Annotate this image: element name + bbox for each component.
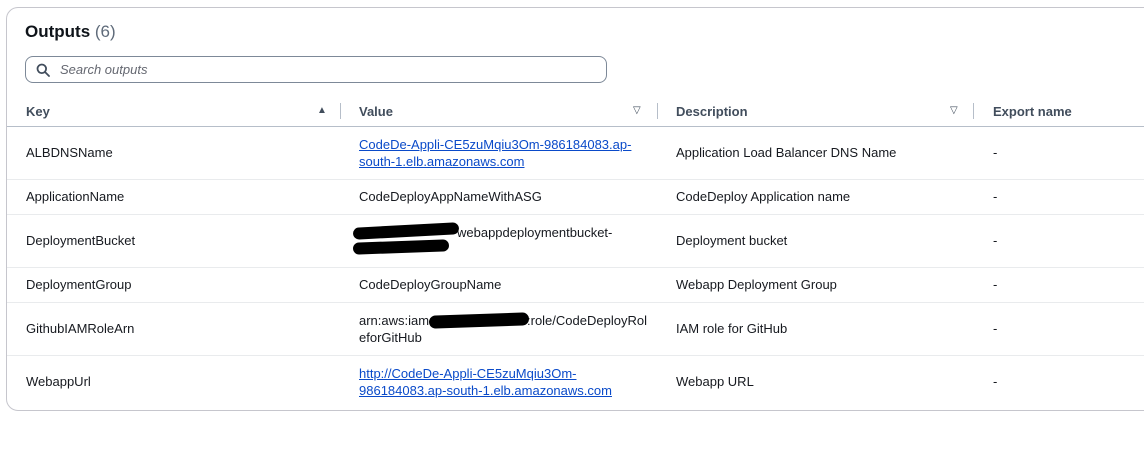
column-export-name-label: Export name [993,103,1072,119]
column-resizer[interactable] [973,103,974,119]
arn-prefix: arn:aws:iam: [359,313,433,328]
cell-value: webappdeploymentbucket- [352,214,649,267]
cell-key: ApplicationName [26,189,125,204]
arn-role-continued: eforGitHub [359,330,422,345]
cell-export-name: - [993,145,998,160]
column-value-label: Value [359,103,393,119]
redaction-mark [352,222,460,240]
cell-export-name: - [993,189,998,204]
cell-description: Webapp Deployment Group [676,277,837,292]
cell-key: ALBDNSName [26,145,113,160]
column-resizer[interactable] [340,103,341,119]
cell-value: CodeDeployGroupName [359,277,502,292]
table-row: WebappUrl http://CodeDe-Appli-CE5zuMqiu3… [7,355,1144,408]
table-row: DeploymentBucket webappdeploymentbucket-… [7,214,1144,268]
table-row: ApplicationName CodeDeployAppNameWithASG… [7,179,1144,215]
sort-icon[interactable]: ▽ [950,105,958,116]
sort-ascending-icon[interactable]: ▲ [317,105,327,116]
arn-role-part: :role/CodeDeployRol [527,313,647,328]
outputs-title: Outputs [25,22,91,41]
outputs-count: (6) [94,22,116,41]
redaction-mark [428,312,530,329]
column-header-description[interactable]: Description ▽ [676,96,966,126]
column-resizer[interactable] [657,103,658,119]
bucket-name-visible: webappdeploymentbucket- [457,225,613,240]
table-row: GithubIAMRoleArn arn:aws:iam: :role/Code… [7,302,1144,356]
search-icon [36,62,52,78]
cell-description: Deployment bucket [676,233,788,248]
cell-description: Webapp URL [676,374,754,389]
cell-export-name: - [993,277,998,292]
column-header-value[interactable]: Value ▽ [359,96,649,126]
cell-value: CodeDe-Appli-CE5zuMqiu3Om-986184083.ap-s… [359,126,649,179]
outputs-header: Outputs (6) [25,22,116,42]
cell-value: http://CodeDe-Appli-CE5zuMqiu3Om- 9861840… [359,355,649,408]
sort-icon[interactable]: ▽ [633,105,641,116]
search-box[interactable] [25,56,607,83]
cell-description: IAM role for GitHub [676,321,788,336]
column-header-key[interactable]: Key ▲ [26,96,327,126]
cell-description: CodeDeploy Application name [676,189,851,204]
cell-export-name: - [993,321,998,336]
cell-key: DeploymentGroup [26,277,132,292]
webapp-url-link[interactable]: http://CodeDe-Appli-CE5zuMqiu3Om- 9861840… [359,365,612,399]
table-row: DeploymentGroup CodeDeployGroupName Weba… [7,267,1144,303]
cell-key: GithubIAMRoleArn [26,321,135,336]
redaction-mark [352,239,450,255]
cell-key: DeploymentBucket [26,233,136,248]
cell-value: CodeDeployAppNameWithASG [359,189,542,204]
cell-value: arn:aws:iam: :role/CodeDeployRol eforGit… [359,302,649,355]
column-header-export-name[interactable]: Export name [993,96,1144,126]
table-header: Key ▲ Value ▽ Description ▽ Export name [7,96,1144,127]
column-key-label: Key [26,103,50,119]
column-description-label: Description [676,103,748,119]
alb-dns-link[interactable]: CodeDe-Appli-CE5zuMqiu3Om-986184083.ap-s… [359,136,631,170]
outputs-panel: Outputs (6) Key ▲ Value ▽ Description ▽ … [6,7,1144,411]
cell-export-name: - [993,233,998,248]
cell-description: Application Load Balancer DNS Name [676,145,897,160]
table-row: ALBDNSName CodeDe-Appli-CE5zuMqiu3Om-986… [7,126,1144,180]
search-input[interactable] [60,57,606,82]
cell-export-name: - [993,374,998,389]
cell-key: WebappUrl [26,374,91,389]
